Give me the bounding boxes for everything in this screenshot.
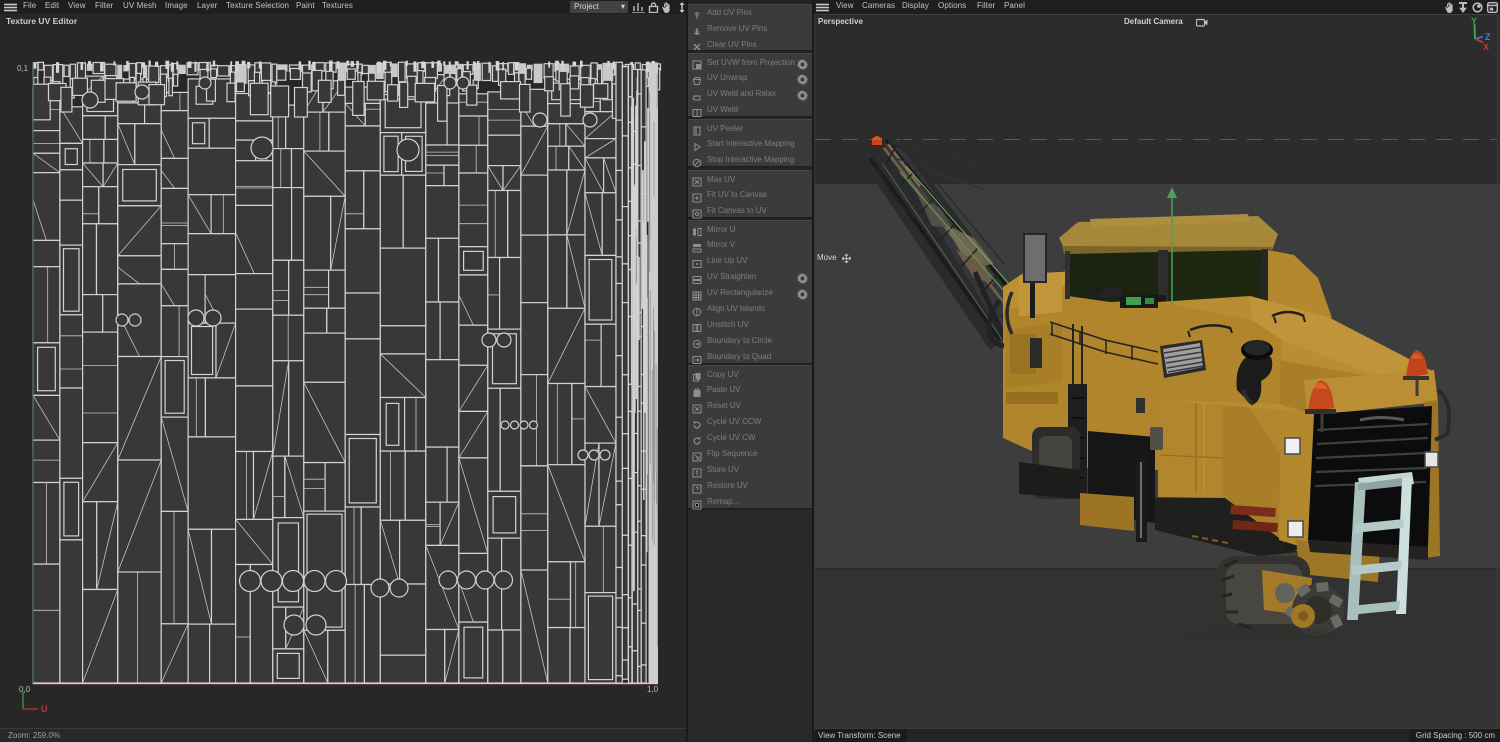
svg-text:Y: Y [1471,16,1477,26]
svg-text:Z: Z [1485,32,1491,42]
svg-text:U: U [41,704,48,714]
svg-text:X: X [1483,42,1489,52]
